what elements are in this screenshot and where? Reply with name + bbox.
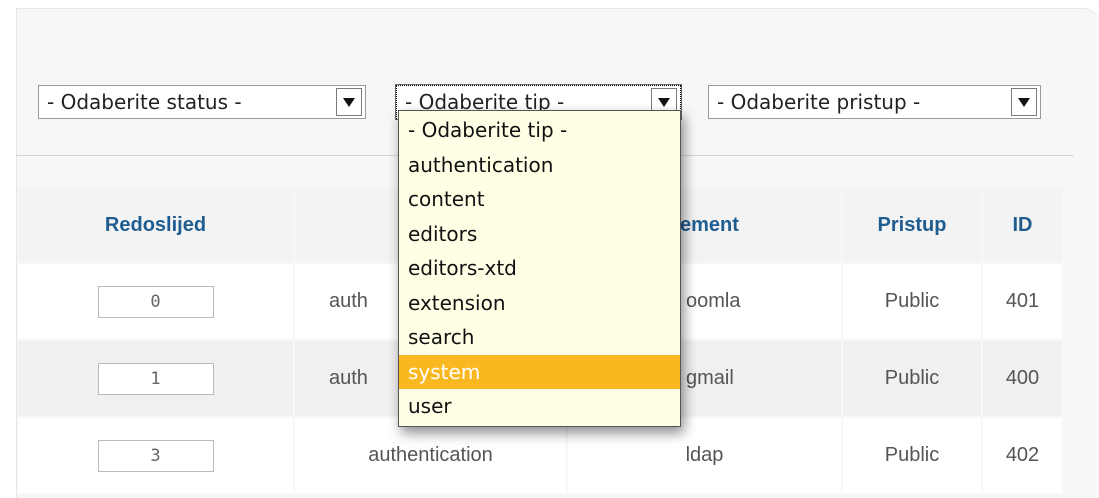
order-cell: 0 <box>18 264 293 339</box>
access-cell[interactable]: Public <box>843 341 981 416</box>
id-cell: 400 <box>983 341 1062 416</box>
order-cell: 3 <box>18 418 293 493</box>
dropdown-option[interactable]: authentication <box>399 148 680 183</box>
dropdown-option[interactable]: editors-xtd <box>399 251 680 286</box>
id-cell: 401 <box>983 264 1062 339</box>
column-header-id[interactable]: ID <box>983 188 1062 262</box>
access-cell[interactable]: Public <box>843 418 981 493</box>
dropdown-option[interactable]: extension <box>399 286 680 321</box>
order-cell: 1 <box>18 341 293 416</box>
table-row: 3 authentication ldap Public 402 <box>18 418 1062 493</box>
status-select[interactable]: - Odaberite status - <box>38 85 366 119</box>
id-cell: 402 <box>983 418 1062 493</box>
element-cell: ldap <box>568 418 841 493</box>
access-cell[interactable]: Public <box>843 264 981 339</box>
dropdown-option[interactable]: search <box>399 320 680 355</box>
order-input[interactable]: 1 <box>97 362 214 395</box>
status-select-value: - Odaberite status - <box>47 90 242 114</box>
access-select[interactable]: - Odaberite pristup - <box>708 85 1041 119</box>
dropdown-option[interactable]: user <box>399 389 680 424</box>
column-header-order[interactable]: Redoslijed <box>18 188 293 262</box>
chevron-down-icon[interactable] <box>336 88 362 116</box>
dropdown-option[interactable]: editors <box>399 217 680 252</box>
column-header-access[interactable]: Pristup <box>843 188 981 262</box>
order-input[interactable]: 3 <box>97 439 214 472</box>
access-select-value: - Odaberite pristup - <box>717 90 921 114</box>
dropdown-option[interactable]: - Odaberite tip - <box>399 113 680 148</box>
dropdown-option-highlighted[interactable]: system <box>399 354 680 389</box>
chevron-down-icon[interactable] <box>1011 88 1037 116</box>
type-cell: authentication <box>295 418 566 493</box>
dropdown-option[interactable]: content <box>399 182 680 217</box>
order-input[interactable]: 0 <box>97 285 214 318</box>
type-dropdown-list[interactable]: - Odaberite tip - authentication content… <box>398 110 681 427</box>
